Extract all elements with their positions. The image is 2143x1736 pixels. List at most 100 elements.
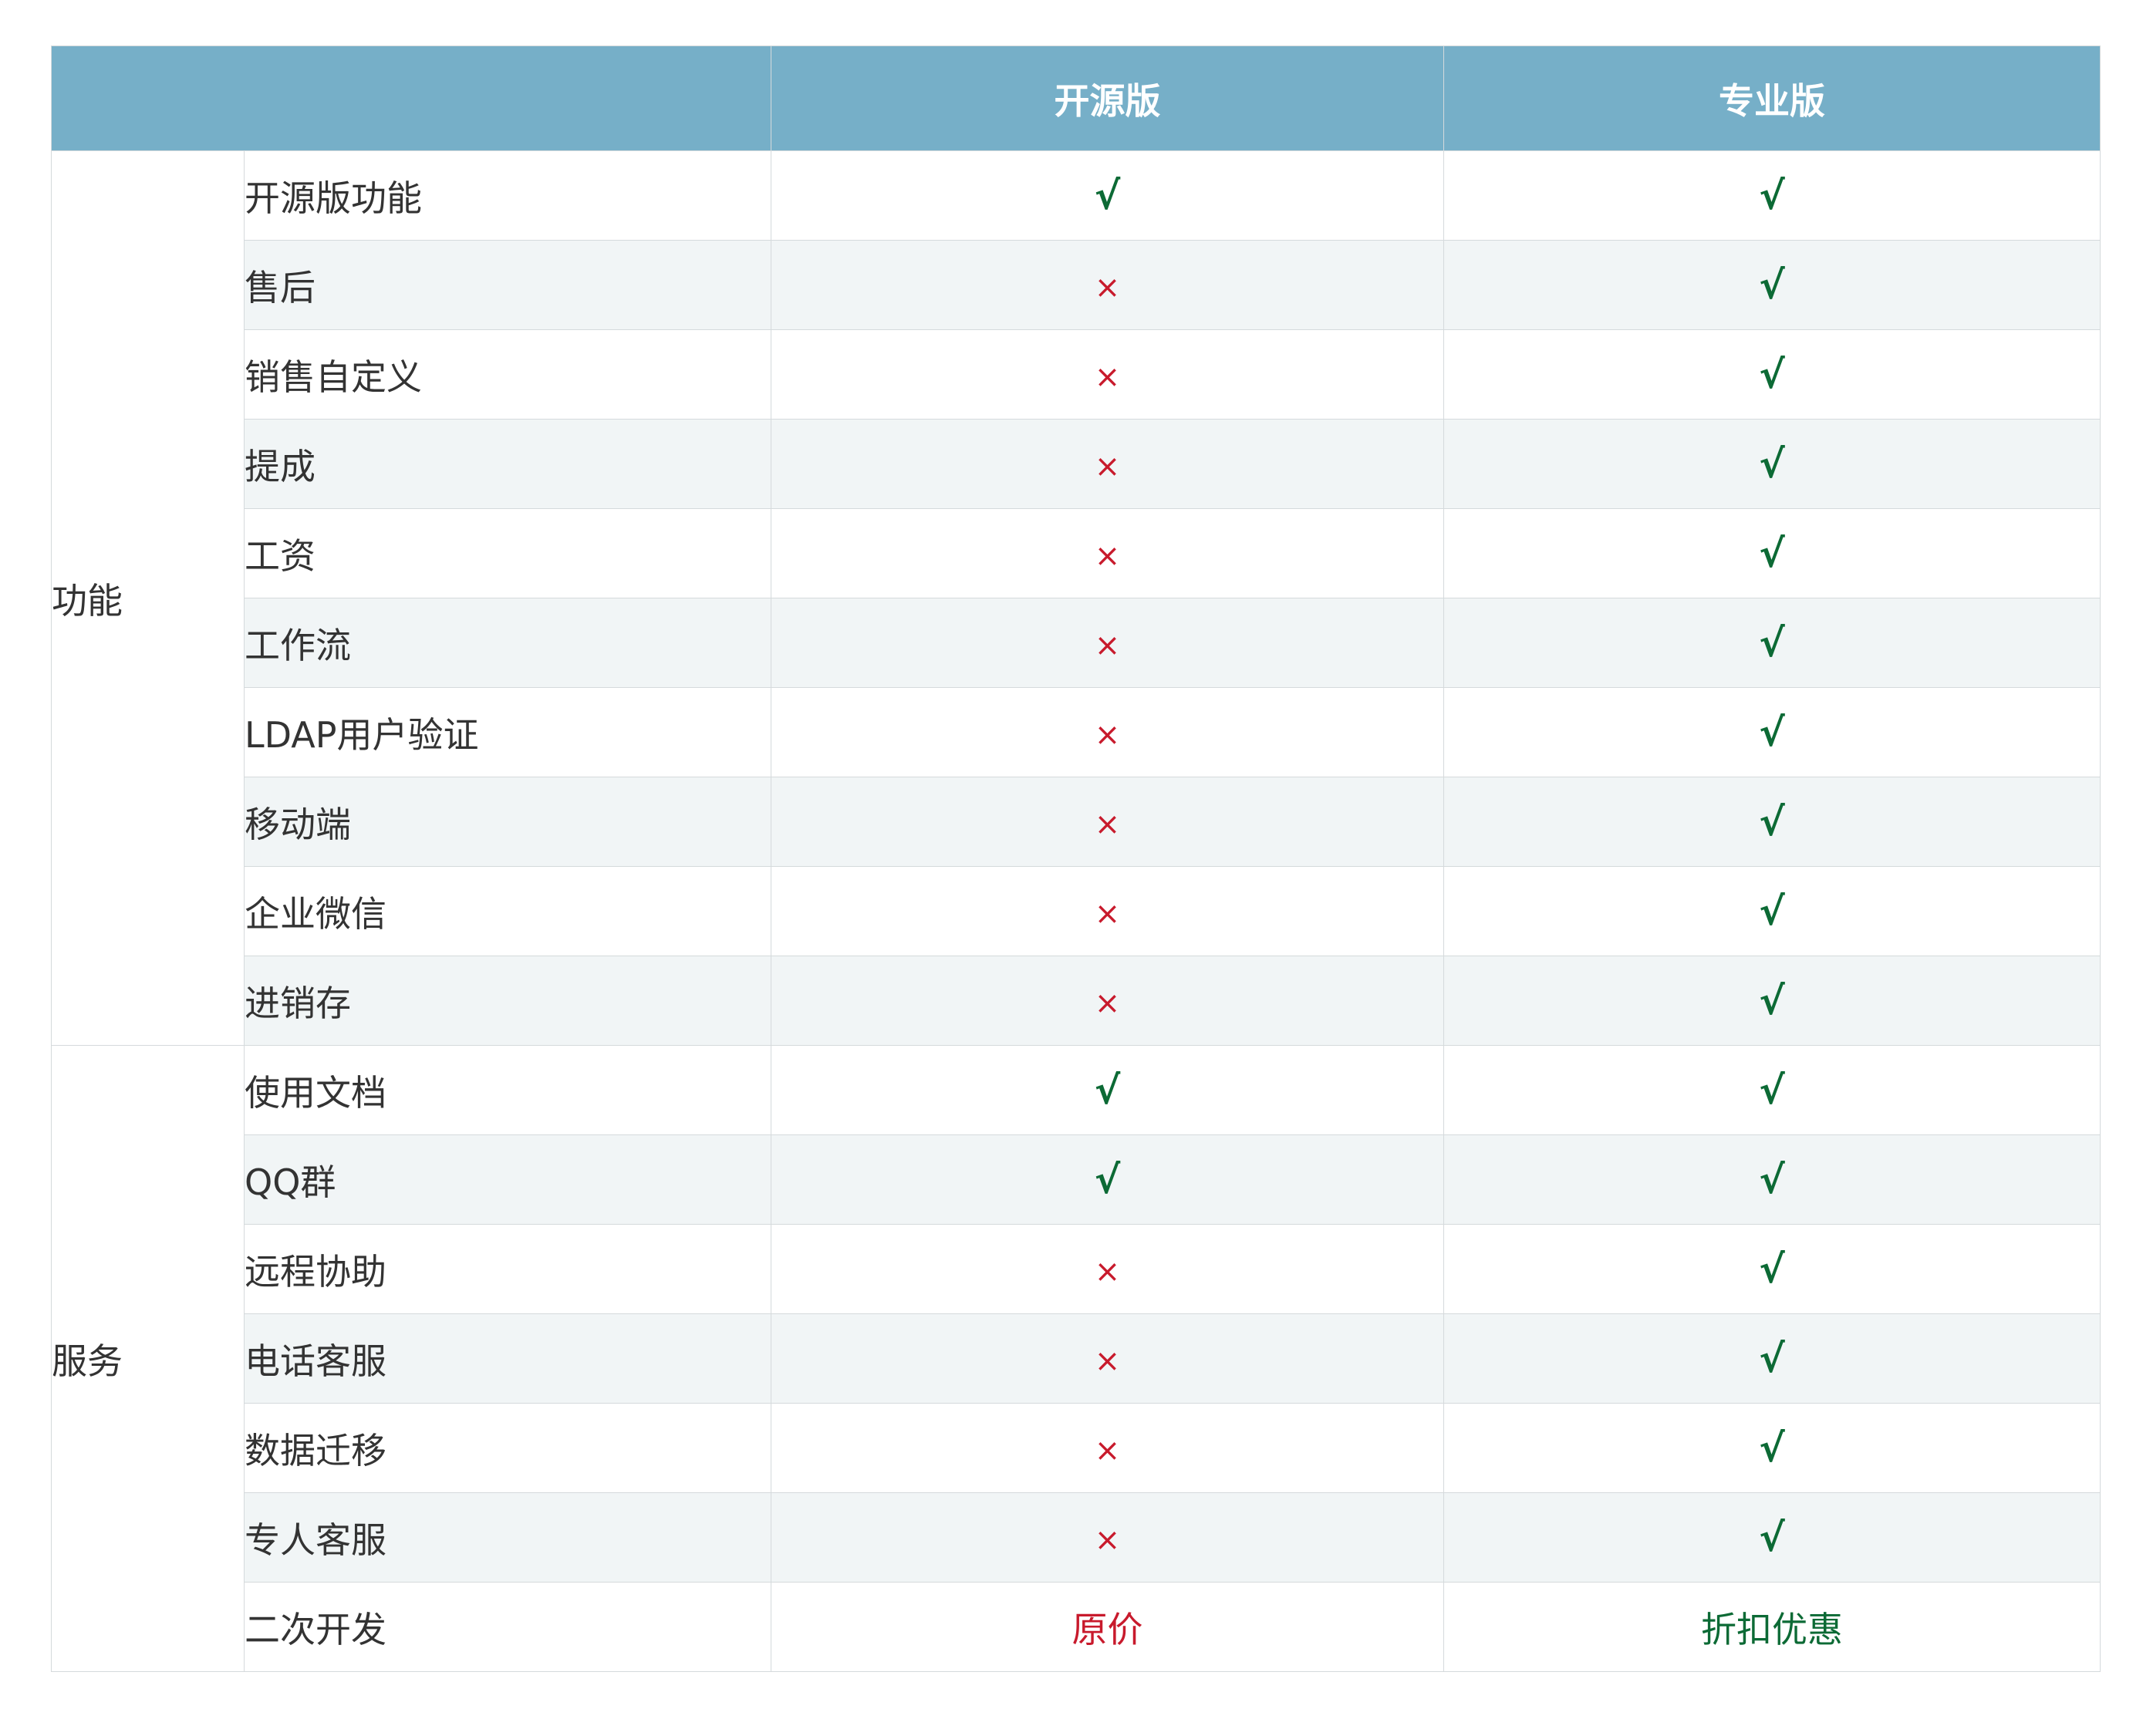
pro-cell: √ (1443, 1224, 2101, 1314)
feature-label: 数据迁移 (244, 1403, 771, 1493)
open-cell: √ (771, 1134, 1444, 1225)
open-cell: × (771, 866, 1444, 956)
check-icon: √ (1094, 1157, 1121, 1202)
feature-label: 提成 (244, 419, 771, 509)
cross-icon: × (1094, 269, 1121, 305)
cross-icon: × (1094, 359, 1121, 395)
feature-label: 工作流 (244, 598, 771, 688)
table-row: 专人客服 × √ (52, 1492, 2101, 1583)
check-icon: √ (1759, 799, 1785, 844)
check-icon: √ (1759, 888, 1785, 934)
feature-label: 电话客服 (244, 1313, 771, 1404)
check-icon: √ (1759, 978, 1785, 1023)
pro-cell: √ (1443, 1045, 2101, 1135)
group-label-features: 功能 (51, 150, 245, 1046)
pro-cell: √ (1443, 777, 2101, 867)
cross-icon: × (1094, 448, 1121, 484)
feature-label: 远程协助 (244, 1224, 771, 1314)
open-cell: × (771, 1313, 1444, 1404)
cross-icon: × (1094, 985, 1121, 1021)
header-blank-cell (51, 46, 771, 151)
table-row: 销售自定义 × √ (52, 329, 2101, 420)
check-icon: √ (1759, 262, 1785, 308)
feature-label: 售后 (244, 240, 771, 330)
open-cell: × (771, 1492, 1444, 1583)
table-row: 功能 开源版功能 √ √ (51, 150, 2101, 1046)
table-row: 电话客服 × √ (52, 1313, 2101, 1404)
open-cell: × (771, 419, 1444, 509)
feature-label: 使用文档 (244, 1045, 771, 1135)
group-label-services: 服务 (51, 1045, 245, 1672)
check-icon: √ (1094, 173, 1121, 218)
check-icon: √ (1759, 710, 1785, 755)
header-professional: 专业版 (1443, 46, 2101, 151)
table-row: 提成 × √ (52, 419, 2101, 509)
check-icon: √ (1759, 1425, 1785, 1471)
pro-cell: √ (1443, 419, 2101, 509)
comparison-table: 开源版 专业版 功能 开源版功能 √ √ 售后 × √ 销售自定义 × √ 提成… (51, 46, 2101, 1672)
check-icon: √ (1759, 1246, 1785, 1292)
open-cell: × (771, 956, 1444, 1046)
table-row: 移动端 × √ (52, 777, 2101, 867)
pro-cell: √ (1443, 1492, 2101, 1583)
open-cell: × (771, 508, 1444, 598)
pro-cell: √ (1443, 1313, 2101, 1404)
feature-label: 销售自定义 (244, 329, 771, 420)
feature-label: 工资 (244, 508, 771, 598)
open-cell: × (771, 687, 1444, 777)
table-row: 进销存 × √ (52, 956, 2101, 1046)
feature-label: 进销存 (244, 956, 771, 1046)
feature-label: 开源版功能 (244, 150, 771, 241)
open-cell: × (771, 598, 1444, 688)
check-icon: √ (1759, 1336, 1785, 1381)
pro-cell: √ (1443, 956, 2101, 1046)
check-icon: √ (1759, 441, 1785, 487)
page: 开源版 专业版 功能 开源版功能 √ √ 售后 × √ 销售自定义 × √ 提成… (0, 0, 2143, 1736)
open-cell: × (771, 1224, 1444, 1314)
cross-icon: × (1094, 1432, 1121, 1468)
check-icon: √ (1759, 173, 1785, 218)
table-row: 工作流 × √ (52, 598, 2101, 688)
feature-label: 企业微信 (244, 866, 771, 956)
header-open-source: 开源版 (771, 46, 1444, 151)
cross-icon: × (1094, 1522, 1121, 1558)
open-cell: 原价 (771, 1582, 1444, 1672)
open-cell: × (771, 329, 1444, 420)
pro-cell: √ (1443, 687, 2101, 777)
table-row: 服务 使用文档 √ √ (51, 1045, 2101, 1672)
cross-icon: × (1094, 1343, 1121, 1379)
table-row: 数据迁移 × √ (52, 1403, 2101, 1493)
table-row: 远程协助 × √ (52, 1224, 2101, 1314)
check-icon: √ (1759, 620, 1785, 666)
pro-cell: √ (1443, 1134, 2101, 1225)
pro-cell: √ (1443, 150, 2101, 241)
feature-label: 二次开发 (244, 1582, 771, 1672)
check-icon: √ (1759, 1157, 1785, 1202)
pro-cell: √ (1443, 240, 2101, 330)
cross-icon: × (1094, 538, 1121, 574)
open-cell: × (771, 240, 1444, 330)
table-row: 企业微信 × √ (52, 866, 2101, 956)
price-discount-text: 折扣优惠 (1701, 1608, 1843, 1650)
header-row: 开源版 专业版 (51, 46, 2101, 151)
table-row: QQ群 √ √ (52, 1134, 2101, 1225)
check-icon: √ (1759, 1067, 1785, 1113)
feature-label: QQ群 (244, 1134, 771, 1225)
cross-icon: × (1094, 895, 1121, 932)
check-icon: √ (1094, 1067, 1121, 1113)
pro-cell: √ (1443, 866, 2101, 956)
open-cell: × (771, 1403, 1444, 1493)
price-original-text: 原价 (1072, 1608, 1143, 1650)
cross-icon: × (1094, 806, 1121, 842)
open-cell: √ (771, 150, 1444, 241)
pro-cell: 折扣优惠 (1443, 1582, 2101, 1672)
cross-icon: × (1094, 1253, 1121, 1289)
check-icon: √ (1759, 1515, 1785, 1560)
open-cell: × (771, 777, 1444, 867)
table-row: 售后 × √ (52, 240, 2101, 330)
feature-label: 专人客服 (244, 1492, 771, 1583)
pro-cell: √ (1443, 329, 2101, 420)
feature-label: 移动端 (244, 777, 771, 867)
pro-cell: √ (1443, 508, 2101, 598)
table-row: 二次开发 原价 折扣优惠 (52, 1582, 2101, 1672)
